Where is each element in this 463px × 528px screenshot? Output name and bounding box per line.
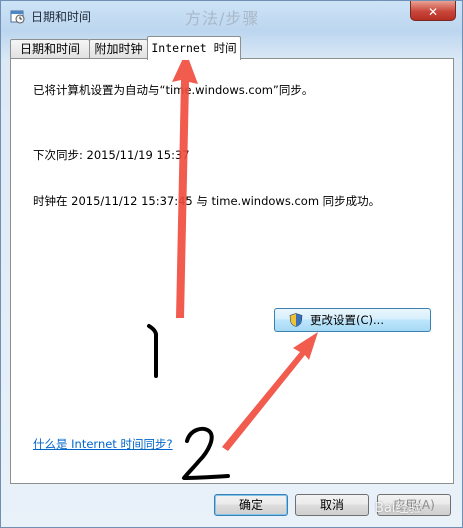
ok-button[interactable]: 确定 [214, 494, 288, 516]
change-settings-button[interactable]: 更改设置(C)... [274, 308, 431, 332]
tab-internet-time[interactable]: Internet 时间 [147, 36, 241, 60]
internet-time-panel: 已将计算机设置为自动与“time.windows.com”同步。 下次同步: 2… [10, 58, 454, 484]
sync-status-text: 已将计算机设置为自动与“time.windows.com”同步。 [33, 83, 314, 97]
change-settings-label: 更改设置(C)... [310, 313, 384, 327]
close-icon: ✕ [427, 5, 439, 19]
uac-shield-icon [289, 313, 303, 327]
title-bar[interactable]: 日期和时间 方法/步骤 ✕ [1, 1, 462, 33]
background-ghost-title: 方法/步骤 [185, 9, 260, 28]
date-time-dialog: 日期和时间 方法/步骤 ✕ 日期和时间 附加时钟 Internet 时间 已将计… [0, 0, 463, 528]
next-sync-text: 下次同步: 2015/11/19 15:37 [33, 148, 190, 162]
cancel-button[interactable]: 取消 [295, 494, 369, 516]
watermark-text: Bai经验 [375, 501, 422, 516]
tab-date-time[interactable]: 日期和时间 [10, 39, 90, 58]
close-button[interactable]: ✕ [410, 1, 456, 21]
internet-time-help-link[interactable]: 什么是 Internet 时间同步? [33, 436, 173, 452]
calendar-clock-icon [10, 10, 25, 24]
last-sync-text: 时钟在 2015/11/12 15:37:45 与 time.windows.c… [33, 194, 381, 208]
tab-additional-clocks[interactable]: 附加时钟 [89, 39, 148, 58]
window-title: 日期和时间 [31, 10, 92, 24]
